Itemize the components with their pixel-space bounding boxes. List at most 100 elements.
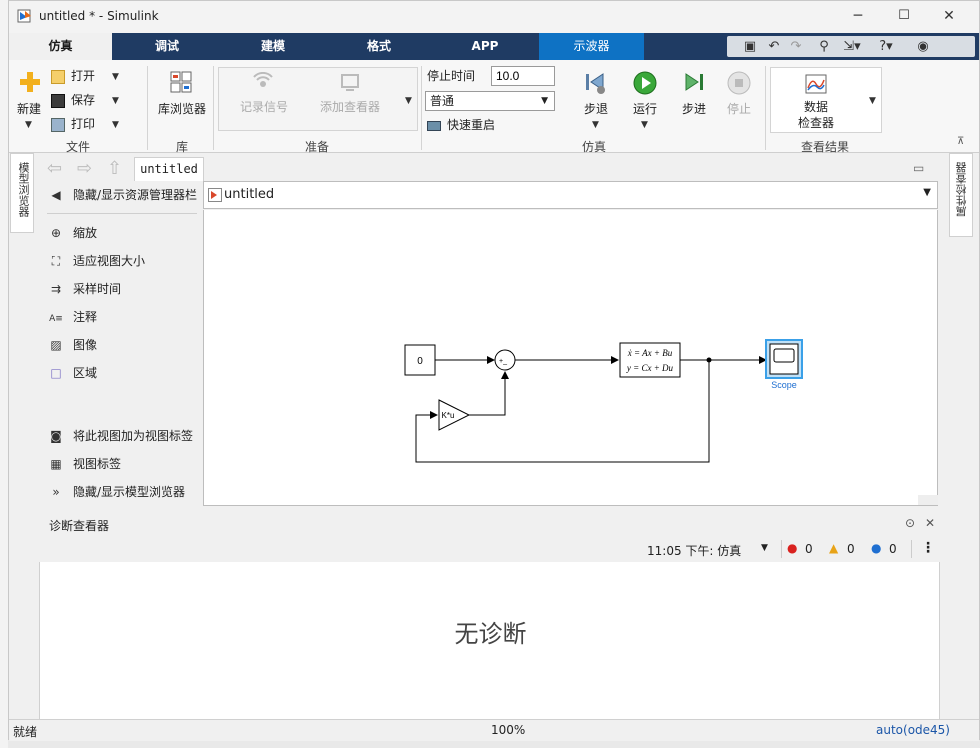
- prepare-gallery-expand[interactable]: ▼: [405, 96, 412, 106]
- step-back-button[interactable]: 步退: [579, 100, 613, 117]
- warning-icon[interactable]: ▲: [829, 541, 838, 555]
- search-icon[interactable]: ⚲: [815, 36, 833, 57]
- tab-scope[interactable]: 示波器: [539, 33, 644, 60]
- tab-debug[interactable]: 调试: [127, 33, 207, 60]
- data-inspector-label-1[interactable]: 数据: [789, 98, 843, 115]
- ribbon-tab-bar: 仿真 调试 建模 格式 APP 示波器 ▣ ↶ ↷ ⚲ ⇲▾ ?▾ ◉: [9, 33, 979, 60]
- open-button[interactable]: 打开: [51, 66, 95, 86]
- model-browser-rail[interactable]: 模型浏览器: [10, 153, 34, 233]
- fast-restart-icon: [427, 120, 441, 131]
- fast-restart-label: 快速重启: [447, 118, 496, 132]
- simulink-app-icon: [17, 9, 31, 23]
- scope-block[interactable]: Scope: [765, 339, 803, 390]
- zoom-tool[interactable]: ⊕ 缩放: [49, 222, 97, 244]
- window-title: untitled * - Simulink: [39, 9, 159, 23]
- prepare-gallery: 记录信号 添加查看器 ▼: [218, 67, 418, 131]
- run-button[interactable]: 运行: [627, 100, 663, 117]
- print-button[interactable]: 打印: [51, 114, 95, 134]
- data-inspector-label-2[interactable]: 检查器: [789, 114, 843, 131]
- step-forward-button[interactable]: 步进: [677, 100, 711, 117]
- gain-block[interactable]: K*u: [438, 399, 471, 431]
- canvas-palette: ◀ 隐藏/显示资源管理器栏 ⊕ 缩放 ⛶ 适应视图大小 ⇉ 采样时间 A≡ 注释 ▨ 图像 …: [41, 181, 203, 507]
- print-dropdown-arrow[interactable]: ▼: [112, 120, 119, 130]
- tab-modeling[interactable]: 建模: [233, 33, 313, 60]
- constant-value: 0: [417, 356, 423, 367]
- new-dropdown-arrow[interactable]: ▼: [25, 120, 32, 130]
- save-button[interactable]: 保存: [51, 90, 95, 110]
- library-browser-button[interactable]: 库浏览器: [153, 100, 211, 117]
- toggle-model-browser[interactable]: » 隐藏/显示模型浏览器: [49, 481, 185, 503]
- viewmarks-tool[interactable]: ▦ 视图标签: [49, 453, 121, 475]
- save-dropdown-arrow[interactable]: ▼: [112, 96, 119, 106]
- open-dropdown-arrow[interactable]: ▼: [112, 72, 119, 82]
- back-arrow-icon[interactable]: ⇦: [47, 158, 62, 179]
- annotation-tool[interactable]: A≡ 注释: [49, 306, 97, 328]
- fast-restart-toggle[interactable]: 快速重启: [427, 115, 495, 135]
- camera-icon: ◙: [50, 429, 62, 443]
- canvas-resize-grip[interactable]: [918, 495, 938, 505]
- fit-view-tool[interactable]: ⛶ 适应视图大小: [49, 250, 145, 272]
- diagnostic-timestamp[interactable]: 11:05 下午: 仿真: [647, 542, 741, 559]
- model-canvas[interactable]: 0 +_ ẋ = Ax + Bu y = Cx + Du K*u Scope: [203, 210, 938, 506]
- log-signals-button[interactable]: 记录信号: [233, 98, 295, 115]
- panel-options-icon[interactable]: ⊙: [905, 516, 915, 530]
- chevron-down-icon[interactable]: ▼: [923, 187, 931, 198]
- review-gallery-expand[interactable]: ▼: [869, 96, 876, 106]
- separator: [421, 66, 422, 150]
- info-icon[interactable]: ●: [871, 541, 881, 555]
- diagnostic-viewer-header: 诊断查看器 ⊙ ✕: [41, 513, 939, 537]
- tab-apps[interactable]: APP: [445, 33, 525, 60]
- error-count: 0: [805, 542, 813, 556]
- chevron-down-icon[interactable]: ▼: [761, 543, 768, 553]
- separator: [781, 540, 782, 558]
- constant-block[interactable]: 0: [404, 344, 436, 376]
- save-qat-icon[interactable]: ▣: [741, 36, 759, 57]
- open-label: 打开: [71, 69, 96, 83]
- solver-indicator[interactable]: auto(ode45): [876, 723, 950, 737]
- signal-line[interactable]: [469, 371, 509, 416]
- palette-item-label: 隐藏/显示资源管理器栏: [73, 188, 198, 202]
- sum-block[interactable]: +_: [494, 349, 516, 371]
- palette-item-label: 采样时间: [73, 282, 122, 296]
- redo-icon[interactable]: ↷: [787, 36, 805, 57]
- property-inspector-rail[interactable]: 属性检查器: [949, 153, 973, 237]
- model-tab-untitled[interactable]: untitled: [134, 157, 204, 181]
- tab-simulation[interactable]: 仿真: [9, 33, 112, 60]
- warning-count: 0: [847, 542, 855, 556]
- up-arrow-icon[interactable]: ⇧: [107, 158, 122, 179]
- close-button[interactable]: ✕: [934, 5, 964, 27]
- minimize-button[interactable]: ─: [843, 5, 873, 27]
- step-back-dropdown-arrow[interactable]: ▼: [592, 120, 599, 130]
- file-group-label: 文件: [66, 140, 91, 154]
- more-options-icon[interactable]: ⋮: [921, 540, 935, 556]
- help-icon[interactable]: ?▾: [871, 36, 901, 57]
- forward-arrow-icon[interactable]: ⇨: [77, 158, 92, 179]
- collapse-ribbon-icon[interactable]: ⊼: [957, 136, 964, 147]
- maximize-button[interactable]: ☐: [889, 5, 919, 27]
- model-address-bar[interactable]: untitled ▼: [203, 181, 938, 209]
- add-viewer-button[interactable]: 添加查看器: [315, 98, 385, 115]
- error-icon[interactable]: ●: [787, 541, 797, 555]
- simulink-window: untitled * - Simulink ─ ☐ ✕ 仿真 调试 建模 格式 …: [8, 0, 980, 741]
- sample-time-tool[interactable]: ⇉ 采样时间: [49, 278, 121, 300]
- step-back-icon: [586, 73, 605, 94]
- simulation-mode-select[interactable]: 普通 ▼: [425, 91, 555, 111]
- undo-icon[interactable]: ↶: [765, 36, 783, 57]
- community-icon[interactable]: ⇲▾: [839, 36, 865, 57]
- zoom-level[interactable]: 100%: [491, 723, 525, 737]
- area-tool[interactable]: □ 区域: [49, 362, 97, 384]
- keyboard-icon[interactable]: ▭: [913, 161, 924, 175]
- separator: [147, 66, 148, 150]
- new-button-label[interactable]: 新建: [13, 100, 45, 117]
- add-viewmark-tool[interactable]: ◙ 将此视图加为视图标签: [49, 425, 193, 447]
- tab-format[interactable]: 格式: [339, 33, 419, 60]
- settings-menu-icon[interactable]: ◉: [913, 36, 933, 57]
- run-dropdown-arrow[interactable]: ▼: [641, 120, 648, 130]
- panel-close-icon[interactable]: ✕: [925, 516, 935, 530]
- toggle-explorer-bar[interactable]: ◀ 隐藏/显示资源管理器栏: [49, 184, 197, 206]
- state-space-block[interactable]: ẋ = Ax + Bu y = Cx + Du: [619, 342, 681, 378]
- image-tool[interactable]: ▨ 图像: [49, 334, 97, 356]
- quick-access-toolbar: ▣ ↶ ↷ ⚲ ⇲▾ ?▾ ◉: [727, 36, 975, 57]
- stop-time-input[interactable]: [491, 66, 555, 86]
- stop-button[interactable]: 停止: [721, 100, 757, 117]
